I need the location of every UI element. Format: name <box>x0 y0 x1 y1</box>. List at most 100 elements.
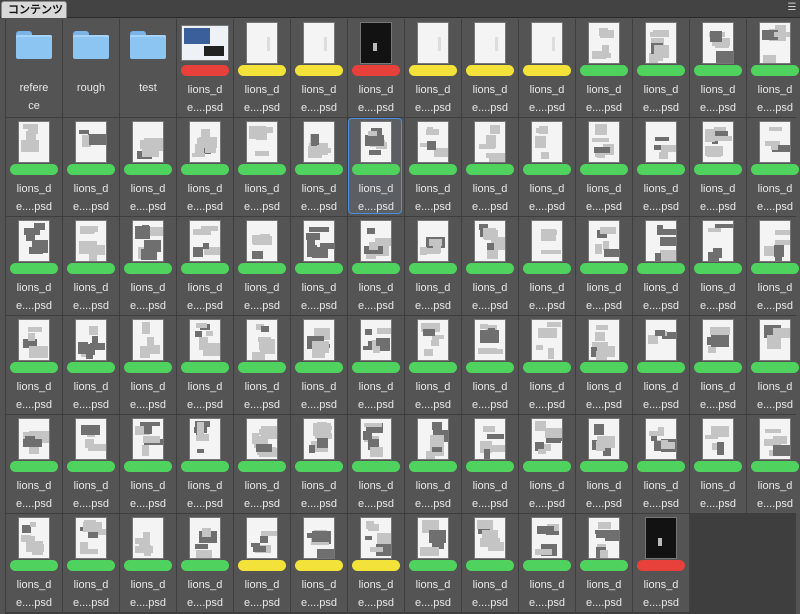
item-name: lions_d e....psd <box>186 183 224 213</box>
file-item[interactable]: lions_d e....psd <box>6 415 62 513</box>
file-item[interactable]: lions_d e....psd <box>633 118 689 216</box>
file-item[interactable]: lions_d e....psd <box>576 514 632 612</box>
file-item[interactable]: lions_d e....psd <box>633 316 689 414</box>
file-item[interactable]: lions_d e....psd <box>576 118 632 216</box>
file-item[interactable]: lions_d e....psd <box>348 415 404 513</box>
file-item[interactable]: lions_d e....psd <box>63 316 119 414</box>
file-item[interactable]: lions_d e....psd <box>519 514 575 612</box>
file-item[interactable]: lions_d e....psd <box>576 316 632 414</box>
page-thumbnail <box>475 221 505 261</box>
file-item[interactable]: lions_d e....psd <box>234 514 290 612</box>
file-item[interactable]: lions_d e....psd <box>633 415 689 513</box>
file-item[interactable]: lions_d e....psd <box>120 217 176 315</box>
file-item[interactable]: lions_d e....psd <box>234 415 290 513</box>
file-item[interactable]: lions_d e....psd <box>6 316 62 414</box>
file-item[interactable]: lions_d e....psd <box>576 217 632 315</box>
file-item[interactable]: lions_d e....psd <box>690 19 746 117</box>
file-item[interactable]: lions_d e....psd <box>120 316 176 414</box>
folder-item[interactable]: refere ce <box>6 19 62 117</box>
color-label-green <box>67 461 115 472</box>
file-item[interactable]: lions_d e....psd <box>405 217 461 315</box>
file-item[interactable]: lions_d e....psd <box>462 118 518 216</box>
file-item[interactable]: lions_d e....psd <box>348 514 404 612</box>
file-item[interactable]: lions_d e....psd <box>633 217 689 315</box>
file-item[interactable]: lions_d e....psd <box>291 316 347 414</box>
file-item[interactable]: lions_d e....psd <box>291 118 347 216</box>
file-item[interactable]: lions_d e....psd <box>291 514 347 612</box>
file-item[interactable]: lions_d e....psd <box>405 118 461 216</box>
file-item[interactable]: lions_d e....psd <box>120 415 176 513</box>
file-item[interactable]: lions_d e....psd <box>177 415 233 513</box>
file-item[interactable]: lions_d e....psd <box>63 118 119 216</box>
file-item[interactable]: lions_d e....psd <box>63 514 119 612</box>
thumbnail-area <box>519 219 575 263</box>
panel-menu-icon[interactable]: ☰ <box>786 2 798 14</box>
file-item[interactable]: lions_d e....psd <box>177 514 233 612</box>
file-item[interactable]: lions_d e....psd <box>177 316 233 414</box>
file-item[interactable]: lions_d e....psd <box>234 316 290 414</box>
file-item[interactable]: lions_d e....psd <box>6 514 62 612</box>
page-thumbnail <box>532 23 562 63</box>
file-item[interactable]: lions_d e....psd <box>120 514 176 612</box>
page-thumbnail <box>19 122 49 162</box>
item-name: lions_d e....psd <box>756 282 794 312</box>
file-item[interactable]: lions_d e....psd <box>177 19 233 117</box>
file-item[interactable]: lions_d e....psd <box>234 118 290 216</box>
file-item[interactable]: lions_d e....psd <box>63 217 119 315</box>
file-item[interactable]: lions_d e....psd <box>690 118 746 216</box>
file-item[interactable]: lions_d e....psd <box>519 316 575 414</box>
thumbnail-area <box>120 417 176 461</box>
file-item[interactable]: lions_d e....psd <box>234 19 290 117</box>
item-name: lions_d e....psd <box>528 282 566 312</box>
file-item[interactable]: lions_d e....psd <box>690 316 746 414</box>
file-item[interactable]: lions_d e....psd <box>519 118 575 216</box>
file-item[interactable]: lions_d e....psd <box>462 19 518 117</box>
file-item[interactable]: lions_d e....psd <box>576 19 632 117</box>
file-item[interactable]: lions_d e....psd <box>291 19 347 117</box>
folder-item[interactable]: rough <box>63 19 119 117</box>
tab-contents[interactable]: コンテンツ <box>1 1 67 18</box>
file-item[interactable]: lions_d e....psd <box>519 415 575 513</box>
file-item[interactable]: lions_d e....psd <box>519 217 575 315</box>
file-item[interactable]: lions_d e....psd <box>462 514 518 612</box>
file-item[interactable]: lions_d e....psd <box>690 217 746 315</box>
file-item[interactable]: lions_d e....psd <box>6 118 62 216</box>
thumbnail-area <box>519 318 575 362</box>
file-item[interactable]: lions_d e....psd <box>747 415 800 513</box>
file-item[interactable]: lions_d e....psd <box>462 316 518 414</box>
file-item[interactable]: lions_d e....psd <box>462 415 518 513</box>
file-item[interactable]: lions_d e....psd <box>405 514 461 612</box>
file-item[interactable]: lions_d e....psd <box>120 118 176 216</box>
file-item[interactable]: lions_d e....psd <box>747 19 800 117</box>
file-item[interactable]: lions_d e....psd <box>177 217 233 315</box>
folder-item[interactable]: test <box>120 19 176 117</box>
item-name: lions_d e....psd <box>756 183 794 213</box>
file-item[interactable]: lions_d e....psd <box>348 118 404 216</box>
file-item[interactable]: lions_d e....psd <box>405 316 461 414</box>
file-item[interactable]: lions_d e....psd <box>747 217 800 315</box>
file-item[interactable]: lions_d e....psd <box>291 415 347 513</box>
file-item[interactable]: lions_d e....psd <box>462 217 518 315</box>
file-item[interactable]: lions_d e....psd <box>633 514 689 612</box>
color-label-green <box>580 263 628 274</box>
file-item[interactable]: lions_d e....psd <box>576 415 632 513</box>
file-item[interactable]: lions_d e....psd <box>747 118 800 216</box>
file-item[interactable]: lions_d e....psd <box>177 118 233 216</box>
file-item[interactable]: lions_d e....psd <box>63 415 119 513</box>
file-item[interactable]: lions_d e....psd <box>234 217 290 315</box>
file-item[interactable]: lions_d e....psd <box>633 19 689 117</box>
file-item[interactable]: lions_d e....psd <box>690 415 746 513</box>
file-item[interactable]: lions_d e....psd <box>348 217 404 315</box>
page-thumbnail <box>247 518 277 558</box>
file-item[interactable]: lions_d e....psd <box>747 316 800 414</box>
file-item[interactable]: lions_d e....psd <box>405 19 461 117</box>
file-item[interactable]: lions_d e....psd <box>6 217 62 315</box>
file-item[interactable]: lions_d e....psd <box>519 19 575 117</box>
file-item[interactable]: lions_d e....psd <box>348 19 404 117</box>
page-thumbnail <box>190 122 220 162</box>
file-item[interactable]: lions_d e....psd <box>291 217 347 315</box>
item-name: lions_d e....psd <box>528 183 566 213</box>
file-item[interactable]: lions_d e....psd <box>405 415 461 513</box>
color-label-green <box>637 65 685 76</box>
file-item[interactable]: lions_d e....psd <box>348 316 404 414</box>
